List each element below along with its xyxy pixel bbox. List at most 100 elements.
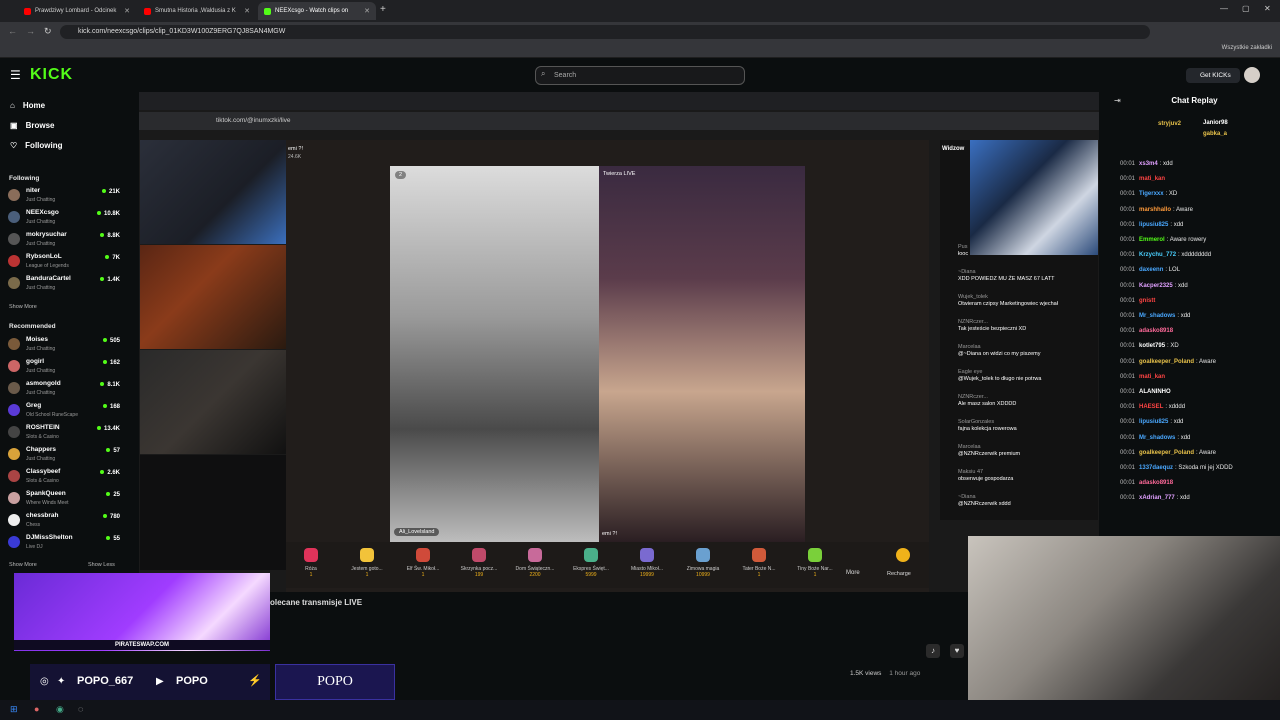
- gift-item[interactable]: Zimowa magia 10999: [678, 542, 728, 578]
- show-more-link[interactable]: Show More: [9, 562, 37, 568]
- chat-text: @NZNRczerwik premium: [958, 451, 1021, 457]
- new-tab-button[interactable]: +: [380, 4, 386, 15]
- gift-item[interactable]: Tiny Boże Nar... 1: [790, 542, 840, 578]
- chat-username[interactable]: goalkeeper_Poland: [1139, 450, 1194, 456]
- close-icon[interactable]: ✕: [124, 7, 130, 15]
- gift-item[interactable]: Ekspres Święt... 5999: [566, 542, 616, 578]
- heart-icon[interactable]: ♥: [950, 644, 964, 658]
- chat-username[interactable]: Kacper2325: [1139, 283, 1173, 289]
- maximize-button[interactable]: ▢: [1242, 4, 1250, 13]
- sidebar-channel-chessbrah[interactable]: chessbrah Chess 780: [8, 512, 120, 532]
- chat-message: 00:01 goalkeeper_Poland: Aware: [1120, 449, 1216, 457]
- chat-username[interactable]: adasko8918: [1139, 328, 1173, 334]
- gift-item[interactable]: Tater Boże N... 1: [734, 542, 784, 578]
- chat-username[interactable]: Mr_shadows: [1139, 313, 1175, 319]
- chat-username[interactable]: Emmerol: [1139, 237, 1165, 243]
- sidebar-channel-gogirl[interactable]: gogirl Just Chatting 162: [8, 358, 120, 378]
- sidebar-channel-chappers[interactable]: Chappers Just Chatting 57: [8, 446, 120, 466]
- chat-username[interactable]: Mr_shadows: [1139, 435, 1175, 441]
- sidebar-channel-rybsonlol[interactable]: RybsonLoL League of Legends 7K: [8, 253, 120, 273]
- bell-icon[interactable]: ♪: [926, 644, 940, 658]
- viewer-count: 25: [106, 492, 120, 498]
- chat-username[interactable]: adasko8918: [1139, 480, 1173, 486]
- chat-username[interactable]: goalkeeper_Poland: [1139, 359, 1194, 365]
- gift-item[interactable]: Dom Świąteczn... 2200: [510, 542, 560, 578]
- sidebar-channel-classybeef[interactable]: Classybeef Slots & Casino 2.6K: [8, 468, 120, 488]
- sidebar-item-browse[interactable]: ▣ Browse: [10, 121, 54, 130]
- kick-logo[interactable]: KICK: [30, 66, 73, 84]
- chat-username[interactable]: kotlet795: [1139, 343, 1165, 349]
- chat-username[interactable]: ALANINHO: [1139, 389, 1171, 395]
- close-window-button[interactable]: ✕: [1264, 4, 1271, 13]
- gift-item[interactable]: Miasto Mikoł... 19999: [622, 542, 672, 578]
- channel-name: niter: [26, 187, 41, 194]
- chrome-icon[interactable]: ◉: [56, 704, 64, 715]
- channel-name: NEEXcsgo: [26, 209, 59, 216]
- sidebar-channel-niter[interactable]: niter Just Chatting 21K: [8, 187, 120, 207]
- back-icon[interactable]: ←: [8, 26, 17, 36]
- chat-username[interactable]: Tigerxxx: [1139, 191, 1164, 197]
- app-icon[interactable]: ●: [34, 704, 39, 714]
- search-input[interactable]: Search: [535, 66, 745, 85]
- chat-username[interactable]: xAdrian_777: [1139, 495, 1175, 501]
- chat-username[interactable]: daxeenn: [1139, 267, 1163, 273]
- gift-price: 19999: [640, 572, 654, 578]
- sidebar-channel-djmissshelton[interactable]: DJMissShelton Live DJ 55: [8, 534, 120, 554]
- tiktok-chat-message: Maksiu 47 obserwuje gospodarza: [958, 469, 1088, 483]
- chat-timestamp: 00:01: [1120, 221, 1136, 228]
- forward-icon[interactable]: →: [26, 26, 35, 36]
- chat-username[interactable]: lipusiu825: [1139, 419, 1168, 425]
- gift-icon: [696, 548, 710, 562]
- close-icon[interactable]: ✕: [364, 7, 370, 15]
- chat-username[interactable]: mati_kan: [1139, 374, 1165, 380]
- gift-item[interactable]: Róża 1: [286, 542, 336, 578]
- sidebar-channel-roshtein[interactable]: ROSHTEIN Slots & Casino 13.4K: [8, 424, 120, 444]
- url-field[interactable]: kick.com/neexcsgo/clips/clip_01KD3W100Z9…: [60, 25, 1150, 39]
- all-bookmarks[interactable]: Wszystkie zakładki: [1222, 45, 1272, 51]
- menu-icon[interactable]: ☰: [10, 68, 21, 82]
- avatar: [8, 255, 20, 267]
- twitter-icon: ✦: [57, 676, 66, 687]
- viewer-count: 1.4K: [100, 277, 120, 283]
- show-more-link[interactable]: Show More: [9, 304, 37, 310]
- sidebar-channel-greg[interactable]: Greg Old School RuneScape 168: [8, 402, 120, 422]
- chat-username[interactable]: 1337daequz: [1139, 465, 1173, 471]
- chat-username[interactable]: HAESEL: [1139, 404, 1163, 410]
- browser-tab-active[interactable]: NEEXcsgo - Watch clips on ✕: [258, 2, 376, 20]
- chat-username[interactable]: marshhallo: [1139, 207, 1171, 213]
- recharge-button[interactable]: Recharge: [887, 571, 911, 577]
- browser-tab[interactable]: Prawdziwy Lombard - Odcinek ✕: [18, 2, 136, 20]
- sidebar-channel-neexcsgo[interactable]: NEEXcsgo Just Chatting 10.8K: [8, 209, 120, 229]
- sidebar-item-home[interactable]: ⌂ Home: [10, 101, 45, 110]
- host-followers: 24.6K: [288, 154, 302, 160]
- chat-username[interactable]: mati_kan: [1139, 176, 1165, 182]
- sidebar-channel-mokrysuchar[interactable]: mokrysuchar Just Chatting 8.8K: [8, 231, 120, 251]
- chat-username[interactable]: Krzychu_772: [1139, 252, 1176, 258]
- gift-item[interactable]: Skrzynka pocz... 199: [454, 542, 504, 578]
- browser-tab[interactable]: Smutna Historia ,Waldusia z K ✕: [138, 2, 256, 20]
- app-icon[interactable]: ◌: [78, 704, 83, 714]
- sidebar-channel-moises[interactable]: Moises Just Chatting 505: [8, 336, 120, 356]
- sidebar-item-following[interactable]: ♡ Following: [10, 141, 63, 150]
- chat-username[interactable]: gnistt: [1139, 298, 1155, 304]
- channel-category: Chess: [26, 522, 41, 528]
- sidebar-channel-asmongold[interactable]: asmongold Just Chatting 8.1K: [8, 380, 120, 400]
- channel-category: League of Legends: [26, 263, 69, 269]
- show-less-link[interactable]: Show Less: [88, 562, 115, 568]
- gift-item[interactable]: Jestem goto... 1: [342, 542, 392, 578]
- gift-item[interactable]: Elf Św. Mikoł... 1: [398, 542, 448, 578]
- close-icon[interactable]: ✕: [244, 7, 250, 15]
- sidebar-channel-spankqueen[interactable]: SpankQueen Where Winds Meet 25: [8, 490, 120, 510]
- sidebar-channel-banduracartel[interactable]: BanduraCartel Just Chatting 1.4K: [8, 275, 120, 295]
- chat-username[interactable]: xs3m4: [1139, 161, 1158, 167]
- get-kicks-button[interactable]: Get KICKs: [1186, 68, 1240, 83]
- avatar[interactable]: [1244, 67, 1260, 83]
- windows-start-icon[interactable]: ⊞: [10, 704, 18, 715]
- chat-username[interactable]: lipusiu825: [1139, 222, 1168, 228]
- gift-price: 1: [365, 572, 369, 578]
- chat-text: : xdd: [1170, 419, 1184, 426]
- reload-icon[interactable]: ↻: [44, 26, 52, 37]
- minimize-button[interactable]: —: [1220, 4, 1228, 13]
- chat-message: 00:01 ALANINHO: [1120, 388, 1173, 396]
- more-gifts-button[interactable]: More: [846, 570, 860, 576]
